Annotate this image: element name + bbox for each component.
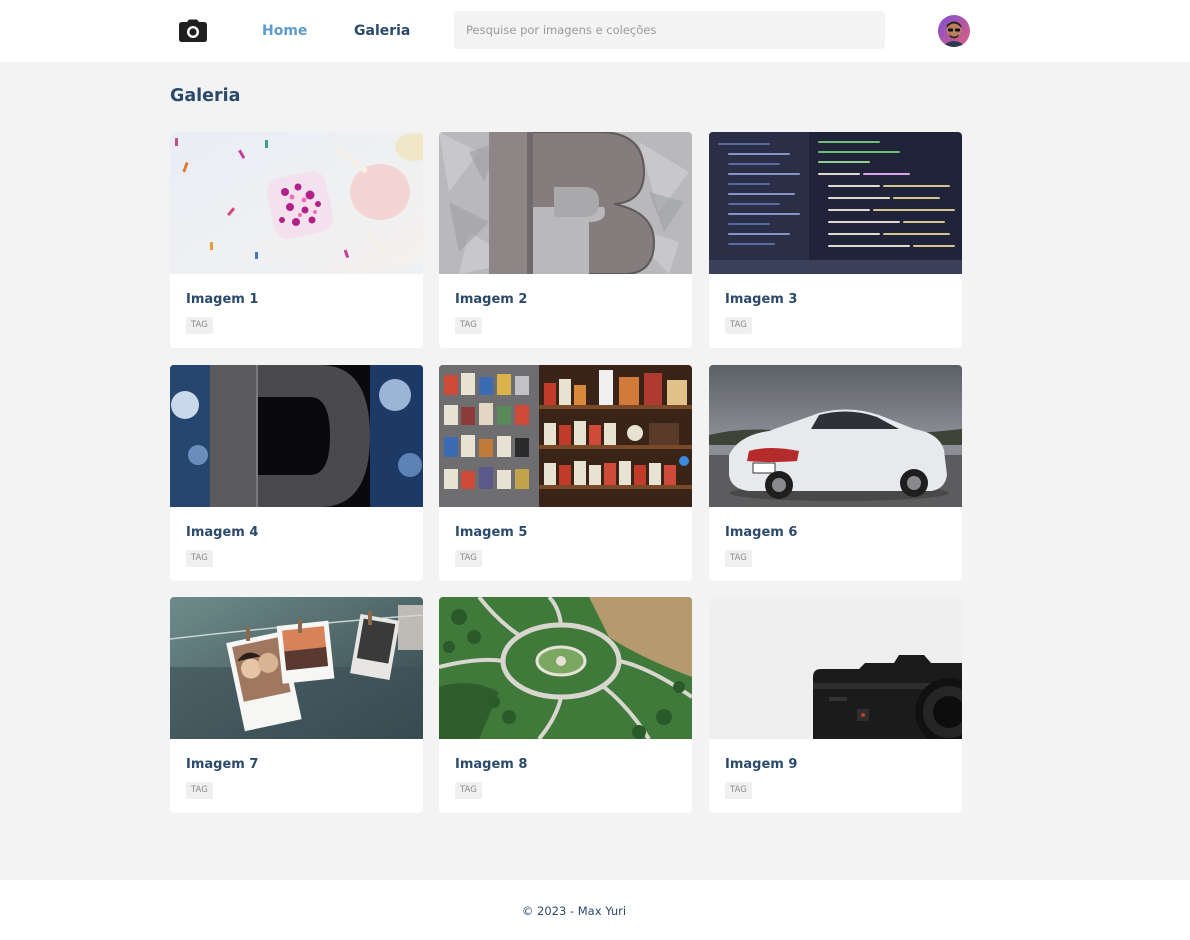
gallery-card-8[interactable]: Imagem 8 TAG	[439, 597, 692, 813]
search-input[interactable]	[454, 11, 885, 49]
tag-badge[interactable]: TAG	[725, 782, 752, 799]
card-title: Imagem 6	[725, 525, 798, 540]
copyright-text: © 2023 - Max Yuri	[521, 904, 627, 918]
page-title: Galeria	[170, 86, 241, 106]
nav-gallery-link[interactable]: Galeria	[354, 22, 410, 40]
tag-badge[interactable]: TAG	[725, 550, 752, 567]
tag-badge[interactable]: TAG	[455, 317, 482, 334]
tag-badge[interactable]: TAG	[725, 317, 752, 334]
hanging-polaroids-photo	[170, 597, 423, 739]
gallery-card-9[interactable]: Imagem 9 TAG	[709, 597, 962, 813]
camera-photo	[709, 597, 962, 739]
card-title: Imagem 2	[455, 292, 528, 307]
tag-badge[interactable]: TAG	[455, 782, 482, 799]
tag-badge[interactable]: TAG	[455, 550, 482, 567]
card-title: Imagem 8	[455, 757, 528, 772]
candy-jar-photo	[170, 132, 423, 274]
camera-icon[interactable]	[178, 19, 208, 43]
nav-home-link[interactable]: Home	[262, 22, 307, 40]
avatar[interactable]	[938, 15, 970, 47]
tag-badge[interactable]: TAG	[186, 317, 213, 334]
gallery-card-6[interactable]: Imagem 6 TAG	[709, 365, 962, 581]
metal-letter-b-photo	[439, 132, 692, 274]
gallery-card-5[interactable]: Imagem 5 TAG	[439, 365, 692, 581]
top-navbar: Home Galeria	[0, 0, 1190, 62]
card-title: Imagem 1	[186, 292, 259, 307]
letter-d-sign-photo	[170, 365, 423, 507]
gallery-card-4[interactable]: Imagem 4 TAG	[170, 365, 423, 581]
white-sports-car-photo	[709, 365, 962, 507]
card-title: Imagem 7	[186, 757, 259, 772]
tag-badge[interactable]: TAG	[186, 782, 213, 799]
aerial-park-photo	[439, 597, 692, 739]
code-screen-photo	[709, 132, 962, 274]
gallery-card-7[interactable]: Imagem 7 TAG	[170, 597, 423, 813]
shop-shelves-photo	[439, 365, 692, 507]
card-title: Imagem 5	[455, 525, 528, 540]
gallery-card-1[interactable]: Imagem 1 TAG	[170, 132, 423, 348]
gallery-card-2[interactable]: Imagem 2 TAG	[439, 132, 692, 348]
footer: © 2023 - Max Yuri	[0, 880, 1190, 940]
card-title: Imagem 3	[725, 292, 798, 307]
card-title: Imagem 9	[725, 757, 798, 772]
tag-badge[interactable]: TAG	[186, 550, 213, 567]
card-title: Imagem 4	[186, 525, 259, 540]
gallery-card-3[interactable]: Imagem 3 TAG	[709, 132, 962, 348]
